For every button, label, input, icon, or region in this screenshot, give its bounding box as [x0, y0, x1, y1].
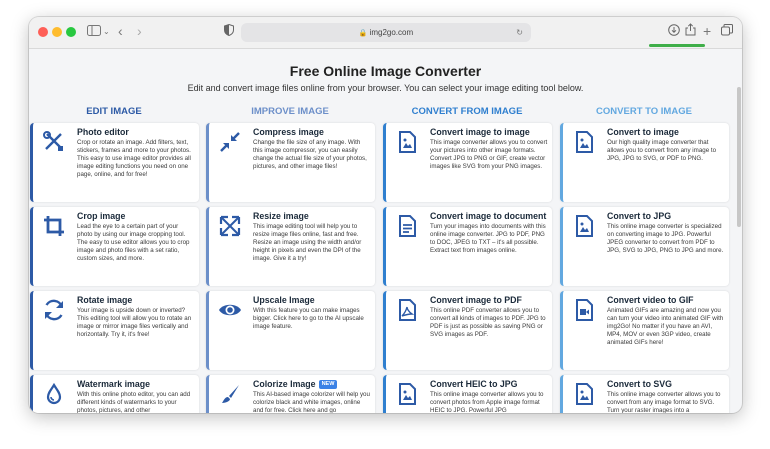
- green-bar: [649, 44, 705, 47]
- card-description: This online PDF converter allows you to …: [430, 307, 546, 338]
- card-convert-to-image[interactable]: Convert to image Our high quality image …: [560, 123, 729, 202]
- card-description: Crop or rotate an image. Add filters, te…: [77, 139, 191, 178]
- card-crop-image[interactable]: Crop image Lead the eye to a certain par…: [30, 207, 199, 286]
- lock-icon: 🔒: [358, 30, 368, 37]
- new-badge: NEW: [318, 380, 338, 390]
- tab-overview-icon[interactable]: [721, 23, 733, 41]
- card-description: This online image converter allows you t…: [607, 391, 721, 413]
- card-title: Crop image: [77, 211, 126, 221]
- card-title: Convert to SVG: [607, 379, 673, 389]
- image-file-icon: [395, 130, 419, 154]
- card-description: This image editing tool will help you to…: [253, 223, 362, 262]
- url-text: img2go.com: [369, 28, 414, 37]
- maximize-window-button[interactable]: [66, 27, 76, 37]
- close-window-button[interactable]: [38, 27, 48, 37]
- card-description: This online image converter allows you t…: [430, 391, 544, 413]
- card-title: Photo editor: [77, 127, 129, 137]
- pdf-file-icon: [395, 298, 419, 322]
- card-title: Convert image to image: [430, 127, 530, 137]
- drop-icon: [42, 382, 66, 406]
- document-file-icon: [395, 214, 419, 238]
- card-title-text: Colorize Image: [253, 379, 316, 389]
- tools-icon: [42, 130, 66, 154]
- card-rotate-image[interactable]: Rotate image Your image is upside down o…: [30, 291, 199, 370]
- card-description: This online image converter is specializ…: [607, 223, 724, 254]
- card-title: Watermark image: [77, 379, 151, 389]
- card-watermark-image[interactable]: Watermark image With this online photo e…: [30, 375, 199, 413]
- card-resize-image[interactable]: Resize image This image editing tool wil…: [206, 207, 375, 286]
- brush-icon: [218, 382, 242, 406]
- address-bar[interactable]: 🔒 img2go.com ↻: [241, 23, 531, 42]
- back-button[interactable]: ‹: [118, 23, 123, 39]
- compress-icon: [218, 130, 242, 154]
- card-title: Compress image: [253, 127, 324, 137]
- share-icon[interactable]: [685, 23, 696, 41]
- card-title: Convert to JPG: [607, 211, 672, 221]
- card-title: Convert video to GIF: [607, 295, 694, 305]
- vertical-scrollbar[interactable]: [737, 87, 741, 227]
- rotate-icon: [42, 298, 66, 322]
- card-description: With this online photo editor, you can a…: [77, 391, 191, 413]
- card-description: With this feature you can make images bi…: [253, 307, 364, 330]
- card-description: Our high quality image converter that al…: [607, 139, 717, 162]
- card-colorize-image[interactable]: Colorize Image NEW This AI-based image co…: [206, 375, 375, 413]
- minimize-window-button[interactable]: [52, 27, 62, 37]
- card-title: Upscale Image: [253, 295, 315, 305]
- page-subtitle: Edit and convert image files online from…: [187, 83, 584, 93]
- page-title: Free Online Image Converter: [289, 63, 482, 79]
- card-description: Your image is upside down or inverted? T…: [77, 307, 192, 338]
- column-heading-edit: EDIT IMAGE: [86, 106, 142, 117]
- browser-toolbar: ⌄ ‹ › 🔒 img2go.com ↻ +: [29, 17, 742, 49]
- new-tab-icon[interactable]: +: [703, 23, 711, 39]
- eye-icon: [218, 298, 242, 322]
- card-description: Turn your images into documents with thi…: [430, 223, 546, 254]
- crop-icon: [42, 214, 66, 238]
- card-convert-to-jpg[interactable]: Convert to JPG This online image convert…: [560, 207, 729, 286]
- forward-button[interactable]: ›: [137, 23, 142, 39]
- card-title: Resize image: [253, 211, 309, 221]
- column-heading-convert-from: CONVERT FROM IMAGE: [411, 106, 523, 117]
- card-description: Lead the eye to a certain part of your p…: [77, 223, 190, 262]
- card-photo-editor[interactable]: Photo editor Crop or rotate an image. Ad…: [30, 123, 199, 202]
- reload-icon[interactable]: ↻: [516, 23, 523, 42]
- card-description: Change the file size of any image. With …: [253, 139, 367, 170]
- card-convert-to-svg[interactable]: Convert to SVG This online image convert…: [560, 375, 729, 413]
- card-convert-video-to-gif[interactable]: Convert video to GIF Animated GIFs are a…: [560, 291, 729, 370]
- image-file-icon: [572, 214, 596, 238]
- card-description: This image converter allows you to conve…: [430, 139, 548, 170]
- card-upscale-image[interactable]: Upscale Image With this feature you can …: [206, 291, 375, 370]
- card-compress-image[interactable]: Compress image Change the file size of a…: [206, 123, 375, 202]
- card-title: Convert image to PDF: [430, 295, 522, 305]
- column-heading-convert-to: CONVERT TO IMAGE: [596, 106, 692, 117]
- card-description: This AI-based image colorizer will help …: [253, 391, 370, 413]
- browser-window: ⌄ ‹ › 🔒 img2go.com ↻ + Free Online Image …: [29, 17, 742, 413]
- card-title: Convert HEIC to JPG: [430, 379, 518, 389]
- card-convert-image-to-pdf[interactable]: Convert image to PDF This online PDF con…: [383, 291, 552, 370]
- column-heading-improve: IMPROVE IMAGE: [251, 106, 329, 117]
- page-content: Free Online Image Converter Edit and con…: [29, 49, 742, 413]
- card-title: Convert to image: [607, 127, 679, 137]
- card-convert-image-to-document[interactable]: Convert image to document Turn your imag…: [383, 207, 552, 286]
- card-convert-image-to-image[interactable]: Convert image to image This image conver…: [383, 123, 552, 202]
- card-title: Convert image to document: [430, 211, 547, 221]
- card-description: Animated GIFs are amazing and now you ca…: [607, 307, 724, 346]
- image-file-icon: [572, 382, 596, 406]
- image-file-icon: [395, 382, 419, 406]
- card-title: Rotate image: [77, 295, 133, 305]
- sidebar-toggle-icon[interactable]: [87, 23, 101, 41]
- expand-icon: [218, 214, 242, 238]
- card-convert-heic-to-jpg[interactable]: Convert HEIC to JPG This online image co…: [383, 375, 552, 413]
- chevron-down-icon[interactable]: ⌄: [103, 23, 110, 41]
- image-file-icon: [572, 130, 596, 154]
- video-file-icon: [572, 298, 596, 322]
- card-title: Colorize Image NEW: [253, 379, 371, 390]
- privacy-shield-icon[interactable]: [224, 23, 234, 41]
- downloads-icon[interactable]: [668, 23, 680, 41]
